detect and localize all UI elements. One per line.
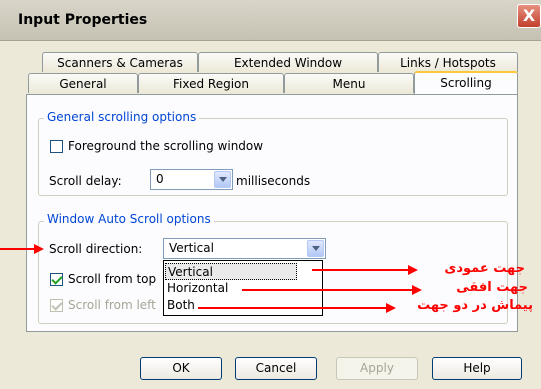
annotation-arrow-line (312, 269, 410, 271)
annotation-arrow-line (198, 307, 388, 309)
annotation-both: پیماش در دو جهت (417, 298, 533, 313)
tab-fixed-region[interactable]: Fixed Region (138, 73, 284, 93)
chevron-down-icon[interactable] (307, 240, 324, 257)
window-title: Input Properties (18, 12, 148, 28)
chevron-down-icon[interactable] (214, 171, 231, 188)
tab-extended-window[interactable]: Extended Window (198, 52, 378, 72)
scroll-direction-label: Scroll direction: (49, 242, 143, 256)
scroll-delay-value: 0 (156, 172, 164, 186)
scroll-from-top-checkbox[interactable] (50, 273, 63, 286)
annotation-arrow-line (242, 289, 414, 291)
scroll-from-top-label: Scroll from top (68, 272, 157, 286)
scroll-delay-unit: milliseconds (236, 174, 311, 188)
help-button[interactable]: Help (432, 357, 522, 380)
scroll-delay-combo[interactable]: 0 (150, 169, 233, 190)
foreground-label: Foreground the scrolling window (68, 139, 264, 153)
cancel-button[interactable]: Cancel (235, 357, 317, 380)
general-group-title: General scrolling options (44, 110, 200, 124)
scroll-from-left-checkbox[interactable] (50, 299, 63, 312)
tab-menu[interactable]: Menu (284, 73, 414, 93)
annotation-vertical: جهت عمودی (444, 261, 525, 276)
scroll-direction-value: Vertical (169, 241, 214, 255)
close-button[interactable]: X (517, 4, 541, 28)
scroll-direction-combo[interactable]: Vertical (163, 238, 326, 259)
option-both[interactable]: Both (165, 297, 297, 314)
apply-button[interactable]: Apply (336, 357, 418, 380)
ok-button[interactable]: OK (140, 357, 222, 380)
pointer-arrowhead (34, 244, 44, 254)
annotation-horizontal: جهت افقی (456, 280, 528, 295)
auto-group-title: Window Auto Scroll options (44, 212, 214, 226)
scroll-delay-label: Scroll delay: (49, 174, 122, 188)
pointer-line (0, 248, 34, 250)
scroll-from-left-label: Scroll from left (68, 298, 156, 312)
option-vertical[interactable]: Vertical (165, 263, 297, 280)
tab-links-hotspots[interactable]: Links / Hotspots (378, 52, 518, 72)
tab-scanners-cameras[interactable]: Scanners & Cameras (42, 52, 198, 72)
foreground-checkbox[interactable] (50, 140, 63, 153)
tab-scrolling[interactable]: Scrolling (414, 71, 518, 94)
tab-general[interactable]: General (28, 73, 138, 93)
